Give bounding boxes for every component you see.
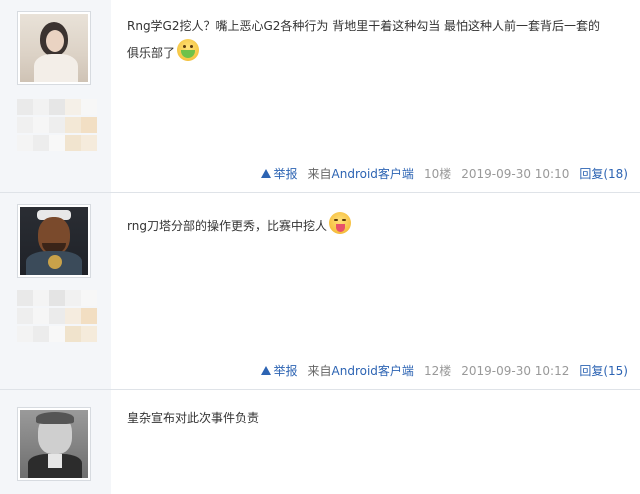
user-badge-blurred bbox=[17, 326, 97, 342]
post-floor-12: rng刀塔分部的操作更秀，比赛中挖人 举报 来自Android客户端 12楼 2… bbox=[0, 193, 640, 389]
warning-icon bbox=[260, 169, 271, 178]
tongue-out-face-icon bbox=[328, 212, 351, 234]
floor-number: 10楼 bbox=[423, 167, 452, 181]
client-source: 来自Android客户端 bbox=[307, 364, 414, 378]
floor-number: 12楼 bbox=[423, 364, 452, 378]
report-button[interactable]: 举报 bbox=[260, 165, 298, 182]
username-blurred[interactable] bbox=[17, 99, 97, 115]
avatar[interactable] bbox=[17, 11, 91, 85]
android-client-link[interactable]: Android客户端 bbox=[332, 364, 414, 378]
avatar[interactable] bbox=[17, 204, 91, 278]
reply-button[interactable]: 回复(18) bbox=[579, 165, 628, 182]
post-time: 2019-09-30 10:12 bbox=[461, 363, 570, 378]
user-badge-blurred bbox=[17, 135, 97, 151]
post-floor-10: Rng学G2挖人？嘴上恶心G2各种行为 背地里干着这种勾当 最怕这种人前一套背后… bbox=[0, 0, 640, 192]
post-next: 皇杂宣布对此次事件负责 bbox=[0, 390, 640, 494]
post-text-line-2: 俱乐部了 bbox=[127, 46, 176, 60]
report-button[interactable]: 举报 bbox=[260, 362, 298, 379]
sick-face-icon bbox=[177, 39, 200, 61]
post-time: 2019-09-30 10:10 bbox=[461, 166, 570, 181]
post-text-line-1: 皇杂宣布对此次事件负责 bbox=[127, 411, 260, 425]
post-text-line-1: rng刀塔分部的操作更秀，比赛中挖人 bbox=[127, 219, 327, 233]
avatar[interactable] bbox=[17, 407, 91, 481]
user-level-blurred bbox=[17, 117, 97, 133]
user-level-blurred bbox=[17, 308, 97, 324]
android-client-link[interactable]: Android客户端 bbox=[332, 167, 414, 181]
post-content: Rng学G2挖人？嘴上恶心G2各种行为 背地里干着这种勾当 最怕这种人前一套背后… bbox=[127, 13, 628, 66]
reply-button[interactable]: 回复(15) bbox=[579, 362, 628, 379]
post-content: rng刀塔分部的操作更秀，比赛中挖人 bbox=[127, 212, 628, 239]
username-blurred[interactable] bbox=[17, 290, 97, 306]
warning-icon bbox=[260, 366, 271, 375]
post-meta-bar: 举报 来自Android客户端 10楼 2019-09-30 10:10 回复(… bbox=[260, 165, 628, 182]
client-source: 来自Android客户端 bbox=[307, 167, 414, 181]
post-text-line-1: Rng学G2挖人？嘴上恶心G2各种行为 背地里干着这种勾当 最怕这种人前一套背后… bbox=[127, 19, 601, 33]
post-meta-bar: 举报 来自Android客户端 12楼 2019-09-30 10:12 回复(… bbox=[260, 362, 628, 379]
post-content: 皇杂宣布对此次事件负责 bbox=[127, 405, 628, 431]
